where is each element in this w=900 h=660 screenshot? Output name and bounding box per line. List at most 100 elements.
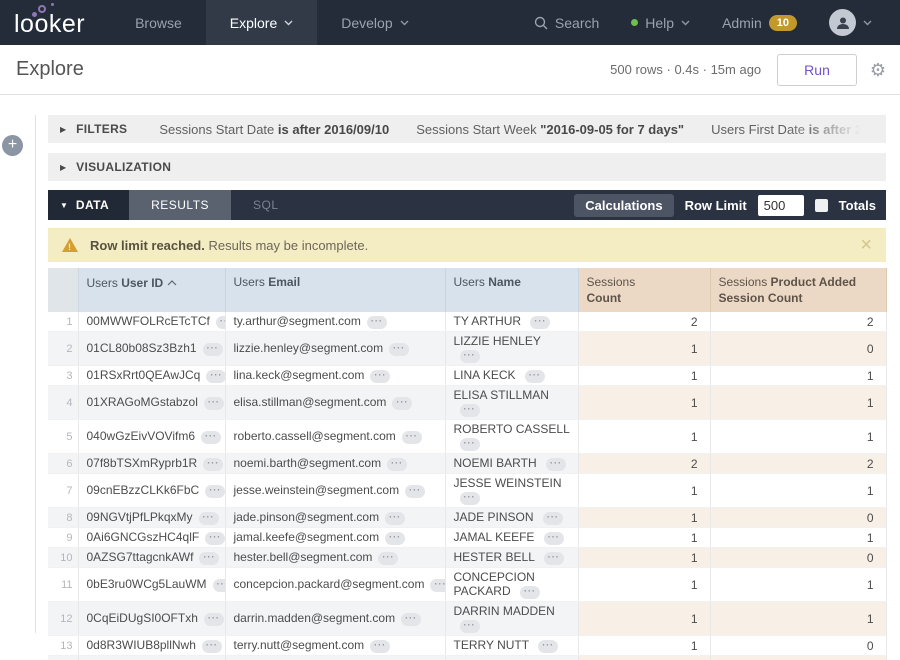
data-section-toggle[interactable]: ▼ DATA — [48, 190, 129, 220]
cell-menu-icon[interactable]: ··· — [538, 640, 558, 653]
cell-user-id[interactable]: 01XRAGoMGstabzol··· — [78, 386, 225, 420]
cell-product-added-count[interactable]: 0 — [710, 548, 886, 568]
cell-email[interactable]: jamal.keefe@segment.com··· — [225, 528, 445, 548]
cell-email[interactable]: darrin.madden@segment.com··· — [225, 602, 445, 636]
cell-product-added-count[interactable]: 0 — [710, 508, 886, 528]
cell-product-added-count[interactable]: 0 — [710, 332, 886, 366]
cell-menu-icon[interactable]: ··· — [201, 431, 221, 444]
nav-item-explore[interactable]: Explore — [206, 0, 317, 45]
cell-name[interactable]: LIZZIE HENLEY ··· — [445, 332, 578, 366]
tab-sql[interactable]: SQL — [231, 190, 301, 220]
cell-menu-icon[interactable]: ··· — [370, 370, 390, 383]
cell-menu-icon[interactable]: ··· — [460, 620, 480, 633]
cell-user-id[interactable]: 09cnEBzzCLKk6FbC··· — [78, 474, 225, 508]
cell-sessions-count[interactable]: 1 — [578, 548, 710, 568]
cell-sessions-count[interactable]: 1 — [578, 602, 710, 636]
filters-bar[interactable]: ▶ FILTERS Sessions Start Date is after 2… — [48, 115, 886, 143]
cell-product-added-count[interactable]: 0 — [710, 636, 886, 656]
column-header-email[interactable]: Users Email — [225, 268, 445, 312]
account-menu[interactable] — [813, 9, 888, 36]
cell-menu-icon[interactable]: ··· — [199, 512, 219, 525]
cell-menu-icon[interactable]: ··· — [520, 586, 540, 599]
cell-name[interactable]: ELISA STILLMAN ··· — [445, 386, 578, 420]
cell-email[interactable]: roberto.cassell@segment.com··· — [225, 420, 445, 454]
cell-menu-icon[interactable]: ··· — [402, 431, 422, 444]
gear-icon[interactable]: ⚙ — [870, 61, 886, 79]
cell-menu-icon[interactable]: ··· — [460, 438, 480, 451]
cell-name[interactable]: DARRIN MADDEN ··· — [445, 602, 578, 636]
cell-menu-icon[interactable]: ··· — [203, 343, 223, 356]
cell-user-id[interactable]: 09NGVtjPfLPkqxMy··· — [78, 508, 225, 528]
cell-email[interactable]: elisa.stillman@segment.com··· — [225, 386, 445, 420]
cell-menu-icon[interactable]: ··· — [385, 512, 405, 525]
help-menu[interactable]: Help — [615, 15, 706, 31]
cell-user-id[interactable]: 0bE3ru0WCg5LauWM··· — [78, 568, 225, 602]
cell-product-added-count[interactable]: 1 — [710, 366, 886, 386]
cell-email[interactable]: terry.nutt@segment.com··· — [225, 636, 445, 656]
cell-menu-icon[interactable]: ··· — [530, 316, 550, 329]
cell-name[interactable]: TY ARTHUR ··· — [445, 312, 578, 332]
cell-menu-icon[interactable]: ··· — [385, 532, 405, 545]
cell-sessions-count[interactable]: 1 — [578, 568, 710, 602]
cell-user-id[interactable]: 0CqEiDUgSI0OFTxh··· — [78, 602, 225, 636]
totals-checkbox[interactable] — [815, 199, 828, 212]
cell-email[interactable]: concepcion.packard@segment.com··· — [225, 568, 445, 602]
cell-email[interactable]: ty.arthur@segment.com··· — [225, 312, 445, 332]
cell-menu-icon[interactable]: ··· — [204, 397, 224, 410]
cell-sessions-count[interactable]: 1 — [578, 366, 710, 386]
nav-item-develop[interactable]: Develop — [317, 0, 432, 45]
cell-name[interactable]: JESSE WEINSTEIN ··· — [445, 474, 578, 508]
column-header-name[interactable]: Users Name — [445, 268, 578, 312]
calculations-button[interactable]: Calculations — [574, 194, 673, 217]
cell-menu-icon[interactable]: ··· — [460, 492, 480, 505]
cell-email[interactable]: jade.pinson@segment.com··· — [225, 508, 445, 528]
row-limit-input[interactable] — [758, 195, 804, 216]
cell-product-added-count[interactable]: 2 — [710, 312, 886, 332]
cell-name[interactable]: TERRY NUTT ··· — [445, 636, 578, 656]
cell-name[interactable]: LINA KECK ··· — [445, 366, 578, 386]
cell-sessions-count[interactable]: 2 — [578, 454, 710, 474]
cell-user-id[interactable]: 07f8bTSXmRyprb1R··· — [78, 454, 225, 474]
cell-sessions-count[interactable]: 1 — [578, 508, 710, 528]
cell-product-added-count[interactable]: 1 — [710, 386, 886, 420]
cell-product-added-count[interactable]: 1 — [710, 602, 886, 636]
cell-sessions-count[interactable]: 1 — [578, 474, 710, 508]
cell-user-id[interactable]: 0Ai6GNCGszHC4qlF··· — [78, 528, 225, 548]
cell-product-added-count[interactable]: 2 — [710, 454, 886, 474]
cell-email[interactable]: noemi.barth@segment.com··· — [225, 454, 445, 474]
column-header-product-added[interactable]: Sessions Product Added Session Count — [710, 268, 886, 312]
cell-sessions-count[interactable]: 1 — [578, 528, 710, 548]
cell-sessions-count[interactable]: 1 — [578, 636, 710, 656]
cell-name[interactable]: ROBERTO CASSELL ··· — [445, 420, 578, 454]
cell-menu-icon[interactable]: ··· — [392, 397, 412, 410]
cell-name[interactable]: JADE PINSON ··· — [445, 508, 578, 528]
cell-menu-icon[interactable]: ··· — [544, 552, 564, 565]
cell-product-added-count[interactable]: 1 — [710, 474, 886, 508]
column-header-sessions-count[interactable]: Sessions Count — [578, 268, 710, 312]
filter-item[interactable]: Users First Date is after 2016/09/10 — [711, 122, 886, 137]
cell-menu-icon[interactable]: ··· — [370, 640, 390, 653]
column-header-user-id[interactable]: Users User ID — [78, 268, 225, 312]
cell-menu-icon[interactable]: ··· — [460, 350, 480, 363]
cell-menu-icon[interactable]: ··· — [430, 579, 445, 592]
cell-menu-icon[interactable]: ··· — [213, 579, 225, 592]
cell-menu-icon[interactable]: ··· — [387, 458, 407, 471]
cell-user-id[interactable]: 040wGzEivVOVifm6··· — [78, 420, 225, 454]
cell-menu-icon[interactable]: ··· — [401, 613, 421, 626]
cell-product-added-count[interactable]: 1 — [710, 528, 886, 548]
cell-sessions-count[interactable]: 2 — [578, 312, 710, 332]
cell-email[interactable]: lizzie.henley@segment.com··· — [225, 332, 445, 366]
cell-product-added-count[interactable]: 1 — [710, 420, 886, 454]
nav-item-browse[interactable]: Browse — [111, 0, 206, 45]
cell-email[interactable]: jesse.weinstein@segment.com··· — [225, 474, 445, 508]
cell-name[interactable]: HESTER BELL ··· — [445, 548, 578, 568]
cell-menu-icon[interactable]: ··· — [205, 485, 225, 498]
looker-logo[interactable]: looker — [0, 0, 111, 45]
cell-user-id[interactable]: 01RSxRrt0QEAwJCq··· — [78, 366, 225, 386]
cell-menu-icon[interactable]: ··· — [543, 512, 563, 525]
cell-menu-icon[interactable]: ··· — [525, 370, 545, 383]
cell-menu-icon[interactable]: ··· — [544, 532, 564, 545]
cell-menu-icon[interactable]: ··· — [378, 552, 398, 565]
cell-menu-icon[interactable]: ··· — [206, 370, 225, 383]
cell-product-added-count[interactable]: 1 — [710, 568, 886, 602]
